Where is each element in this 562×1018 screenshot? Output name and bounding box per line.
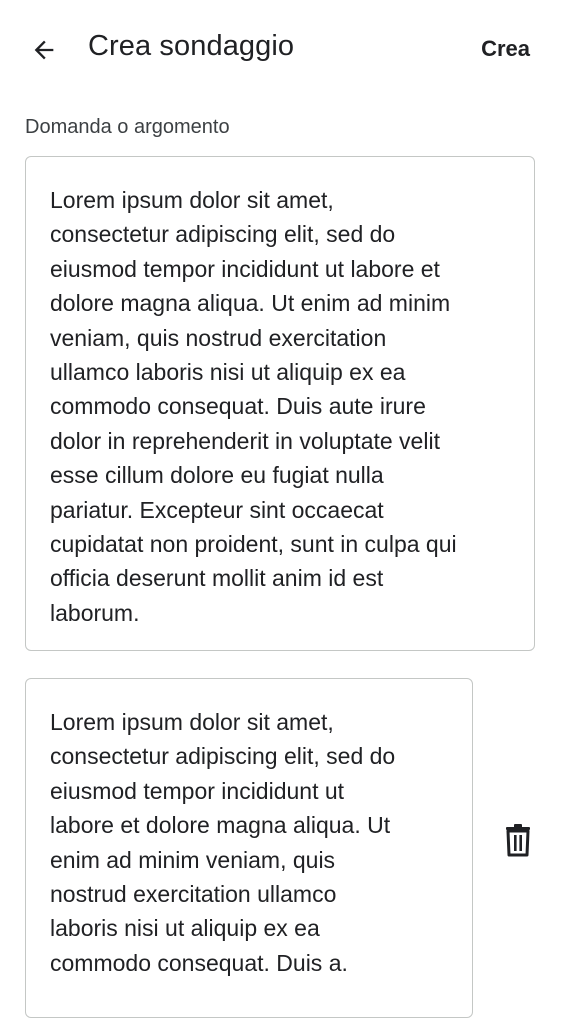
page-title: Crea sondaggio bbox=[88, 30, 295, 62]
question-field[interactable]: Lorem ipsum dolor sit amet, consectetur … bbox=[25, 156, 535, 651]
option-field[interactable]: Lorem ipsum dolor sit amet, consectetur … bbox=[25, 678, 473, 1018]
question-text: Lorem ipsum dolor sit amet, consectetur … bbox=[50, 187, 457, 626]
top-app-bar: Crea sondaggio Crea bbox=[0, 0, 562, 100]
delete-option-button[interactable] bbox=[496, 818, 540, 862]
create-button[interactable]: Crea bbox=[481, 36, 530, 62]
arrow-back-icon bbox=[34, 40, 54, 60]
question-label: Domanda o argomento bbox=[25, 116, 230, 138]
option-text: Lorem ipsum dolor sit amet, consectetur … bbox=[50, 709, 396, 976]
trash-icon bbox=[506, 824, 530, 857]
back-button[interactable] bbox=[22, 28, 66, 72]
